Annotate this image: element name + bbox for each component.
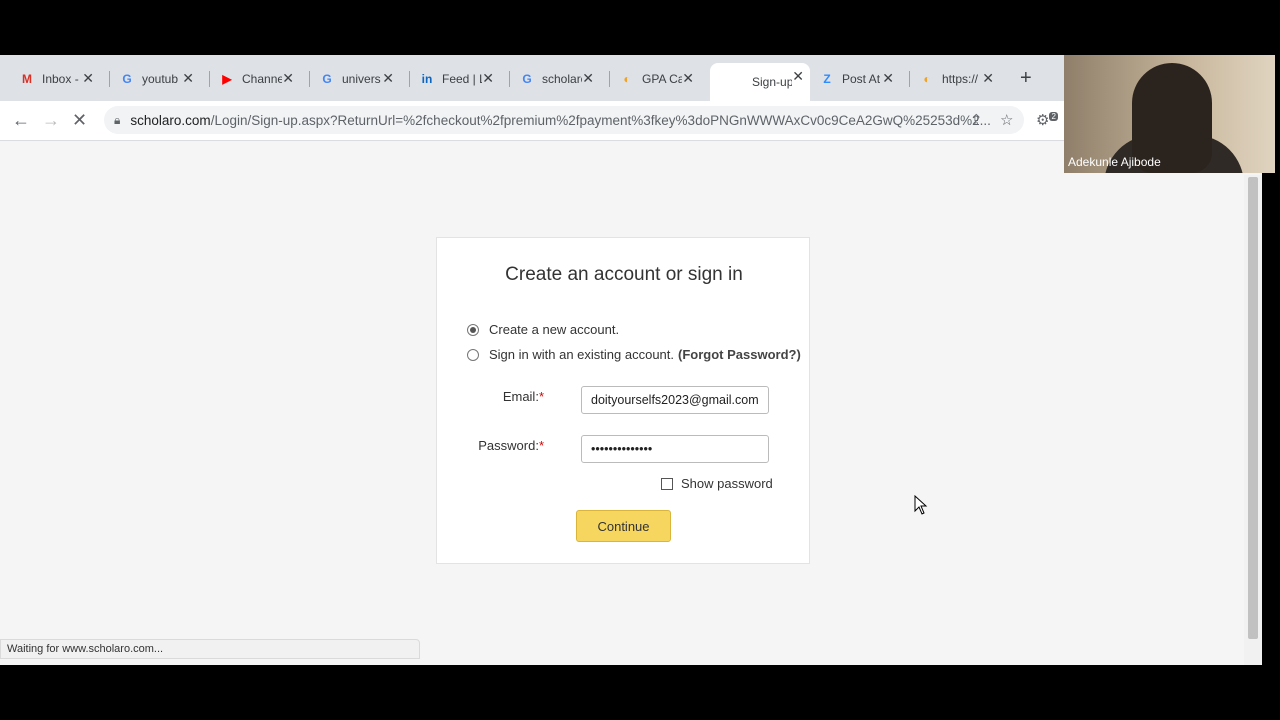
radio-existing-account[interactable] [467,348,479,361]
scrollbar-thumb[interactable] [1248,177,1258,639]
stop-loading-icon[interactable]: ✕ [72,110,87,131]
video-thumbnail: Adekunle Ajibode [1064,55,1275,173]
tab-5[interactable]: in Feed | L ✕ [400,65,500,93]
tab-title: https:// [942,72,979,86]
tab-title: univers [342,72,381,86]
participant-name: Adekunle Ajibode [1068,155,1161,169]
tab-2[interactable]: Gyoutub ✕ [100,65,200,93]
tab-title: Post At [842,72,881,86]
tab-title: Inbox - [42,72,79,86]
tab-6[interactable]: Gscholarc✕ [500,65,600,93]
scrollbar[interactable] [1244,175,1262,665]
google-icon: G [122,72,132,86]
tab-title: Channe [242,72,282,86]
tab-title: Feed | L [442,72,482,86]
radio-new-account[interactable] [467,323,479,336]
forward-icon[interactable]: → [42,110,60,131]
continue-button[interactable]: Continue [576,510,671,542]
google-icon: G [522,72,532,86]
option-new-account-label: Create a new account. [489,322,620,337]
show-password-label: Show password [681,476,773,491]
loading-icon [730,75,744,89]
gmail-icon: M [22,72,32,86]
signin-card: Create an account or sign in Create a ne… [436,237,810,564]
tab-title: scholarc [542,72,582,86]
password-field[interactable] [581,435,769,463]
tab-close-icon[interactable]: ✕ [982,70,994,87]
tab-close-icon[interactable]: ✕ [582,70,594,87]
share-icon[interactable]: ⇪ [970,111,983,129]
tab-1[interactable]: M Inbox - ✕ [0,65,100,93]
tab-4[interactable]: Gunivers ✕ [300,65,400,93]
status-bar: Waiting for www.scholaro.com... [0,639,420,659]
bookmark-star-icon[interactable]: ☆ [1000,111,1013,129]
tab-title: Sign-up [752,75,792,89]
page-content: Create an account or sign in Create a ne… [0,142,1244,665]
url-path: /Login/Sign-up.aspx?ReturnUrl=%2fcheckou… [210,112,991,128]
show-password-checkbox[interactable] [661,477,673,490]
email-field[interactable] [581,386,769,414]
required-mark: * [538,438,544,453]
tab-close-icon[interactable]: ✕ [282,70,294,87]
tab-9[interactable]: Z Post At ✕ [800,65,900,93]
show-password-toggle[interactable]: Show password [661,476,773,491]
tab-close-icon[interactable]: ✕ [882,70,894,87]
tab-close-icon[interactable]: ✕ [382,70,394,87]
url-host: scholaro.com [130,112,211,128]
option-new-account[interactable]: Create a new account. [467,322,619,337]
tab-title: GPA Cal [642,72,682,86]
forgot-password-link[interactable]: (Forgot Password?) [678,347,801,362]
lock-icon: 🔒︎ [114,112,121,127]
extension-icon[interactable]: ⚙ 2 [1036,111,1058,129]
tab-10[interactable]: ◐ https://✕ [900,65,1000,93]
tab-close-icon[interactable]: ✕ [82,70,94,87]
required-mark: * [538,389,544,404]
password-label-text: Password: [478,438,539,453]
tab-close-icon[interactable]: ✕ [482,70,494,87]
linkedin-icon: in [421,72,433,86]
scholaro-icon: ◐ [923,72,931,86]
tab-title: youtub [142,72,179,86]
tab-close-icon[interactable]: ✕ [682,70,694,87]
tab-3[interactable]: ▶ Channe ✕ [200,65,300,93]
new-tab-icon[interactable]: + [1020,67,1032,90]
password-label: Password:* [467,438,544,453]
email-label-text: Email: [502,389,539,404]
zoom-icon: Z [823,72,831,86]
mouse-cursor-icon [914,495,928,515]
option-existing-account[interactable]: Sign in with an existing account. (Forgo… [467,347,801,362]
tab-7[interactable]: ◐ GPA Cal✕ [600,65,700,93]
extension-badge: 2 [1049,112,1058,121]
email-label: Email:* [497,389,544,404]
scholaro-icon: ◐ [623,72,631,86]
tab-close-icon[interactable]: ✕ [182,70,194,87]
address-bar[interactable]: 🔒︎ scholaro.com/Login/Sign-up.aspx?Retur… [104,106,1024,134]
google-icon: G [322,72,332,86]
page-title: Create an account or sign in [505,264,743,285]
option-existing-account-label: Sign in with an existing account. [489,347,674,362]
youtube-icon: ▶ [222,72,232,86]
back-icon[interactable]: ← [12,110,30,131]
tab-8[interactable]: Sign-up ✕ [710,63,810,101]
